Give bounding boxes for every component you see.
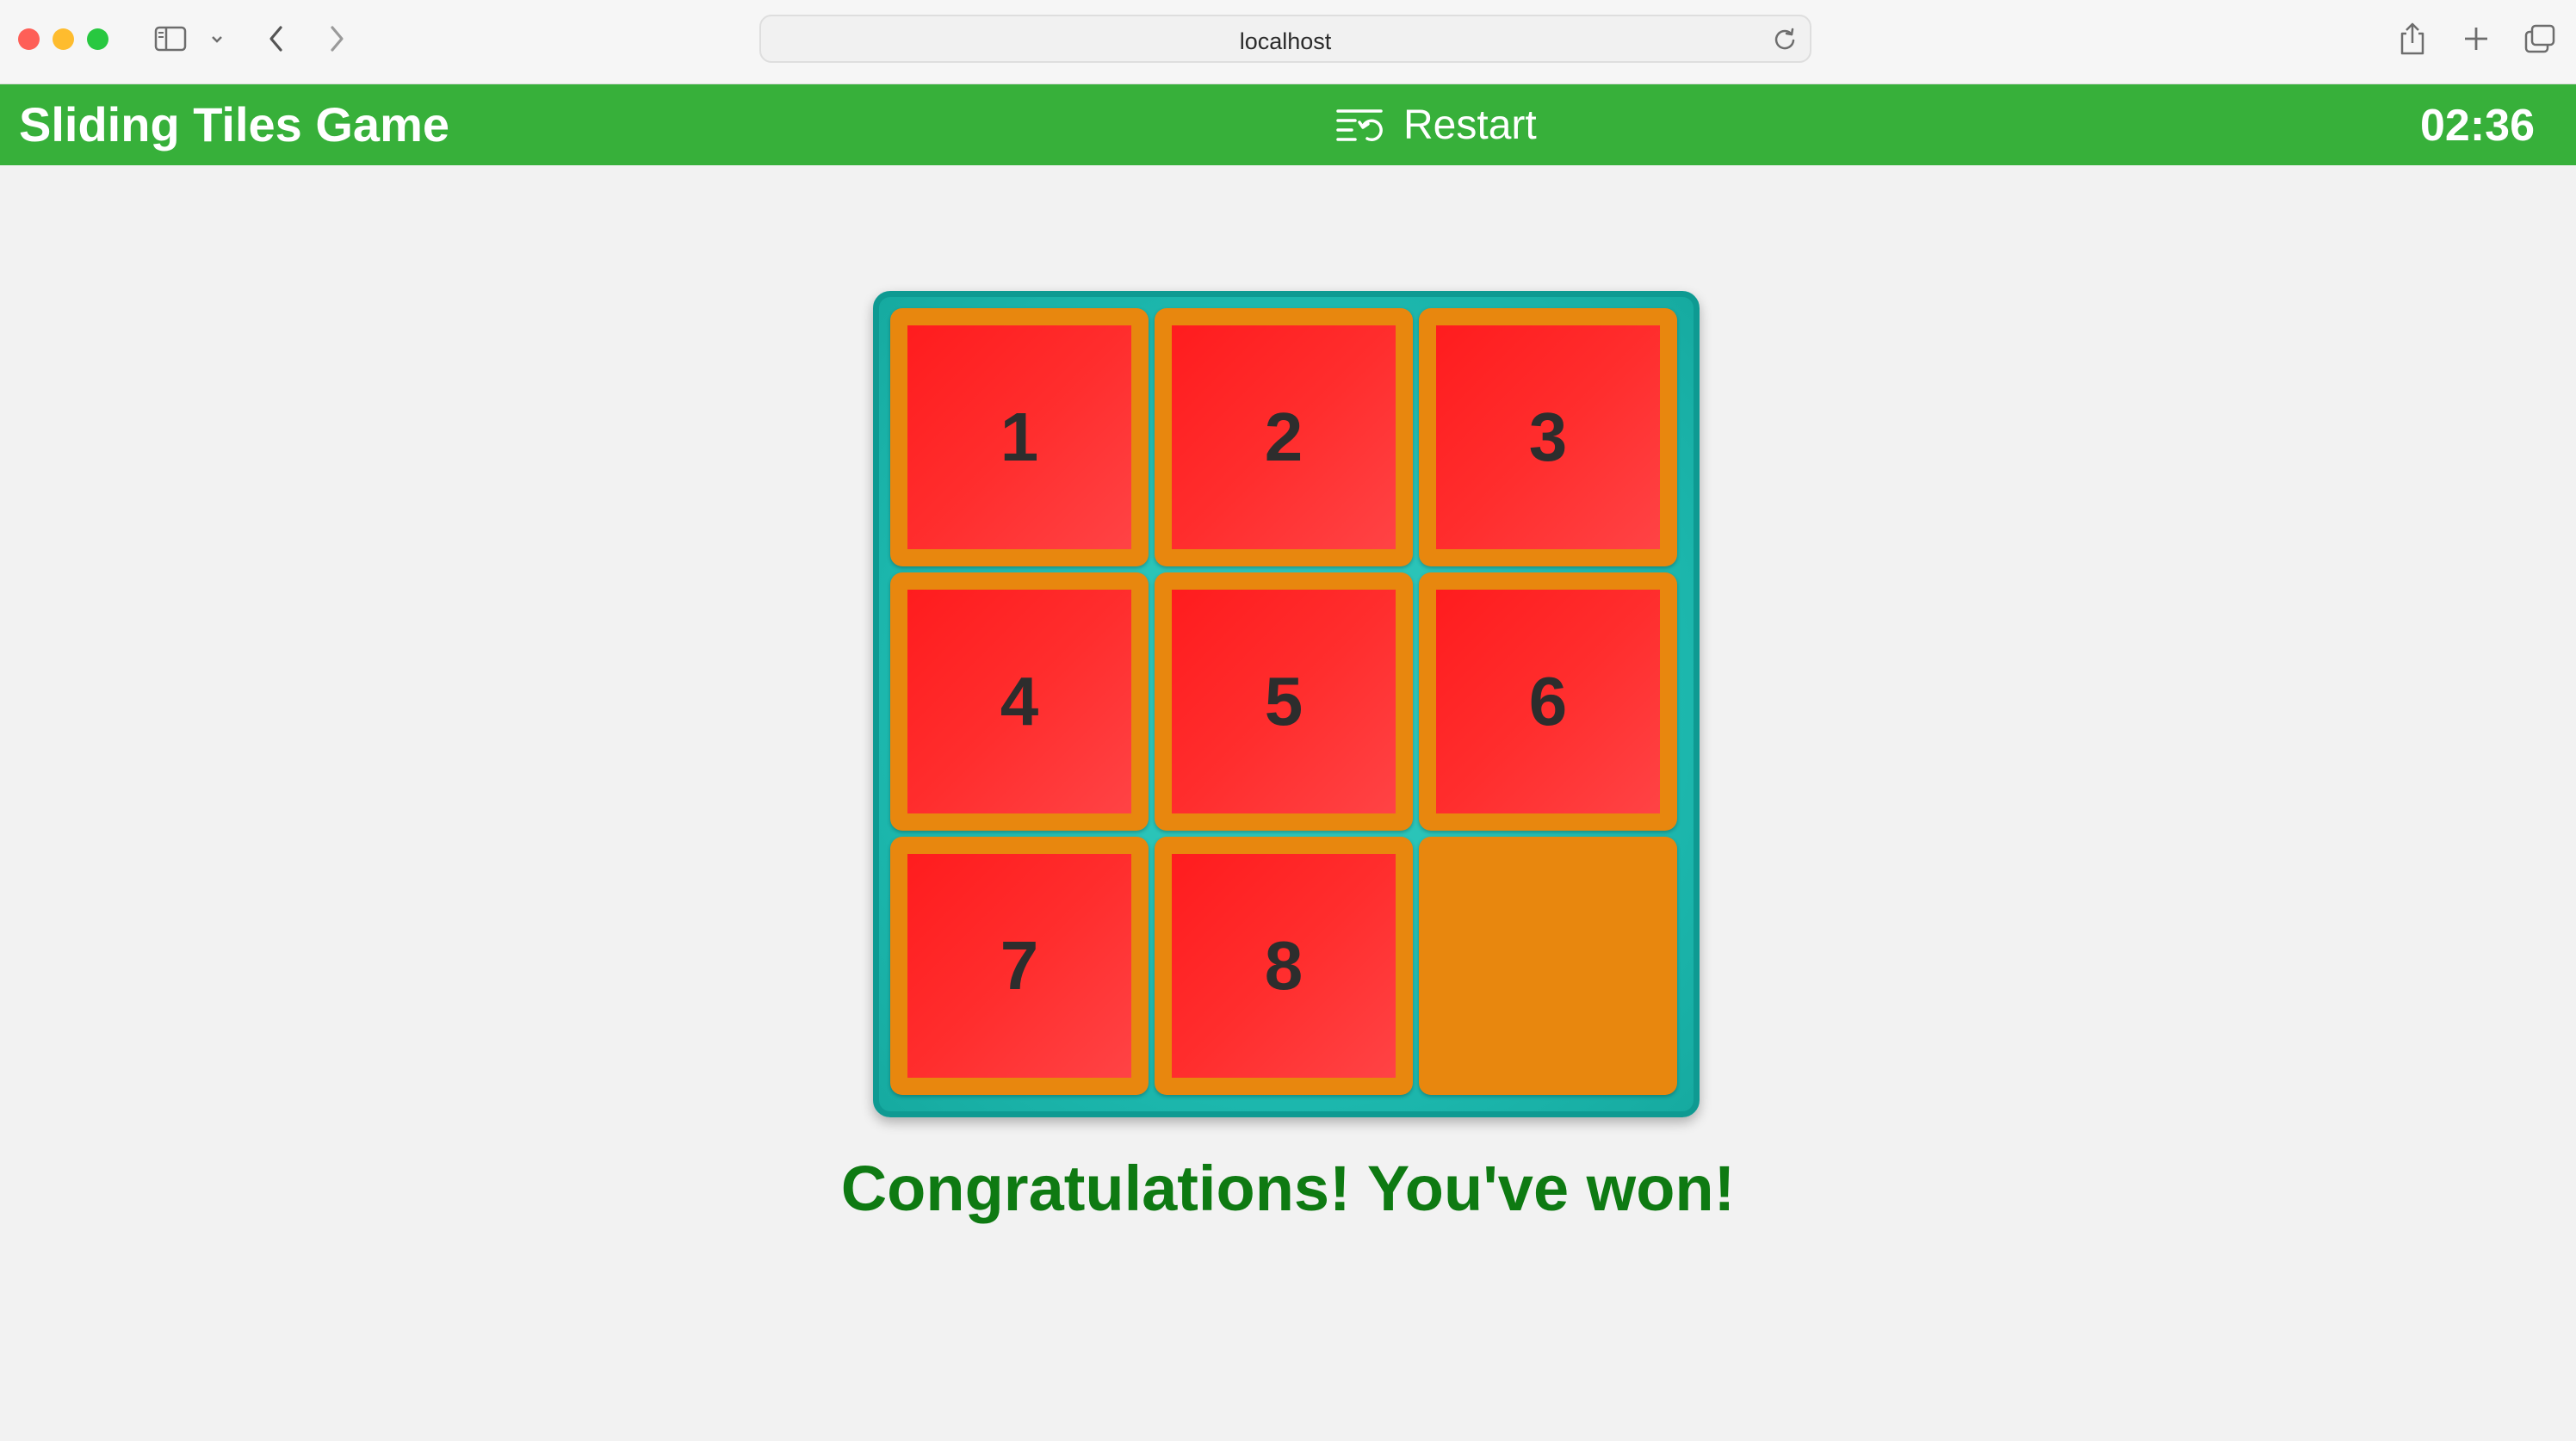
minimize-window-button[interactable] [53, 28, 74, 50]
tile-number: 3 [1528, 399, 1568, 475]
game-board: 1 2 3 4 5 6 7 8 [873, 291, 1700, 1117]
close-window-button[interactable] [18, 28, 40, 50]
reload-icon [1774, 28, 1795, 50]
new-tab-button[interactable] [2459, 19, 2493, 59]
tile-face: 4 [907, 590, 1131, 813]
tab-overview-button[interactable] [2521, 19, 2559, 59]
tile-face: 1 [907, 325, 1131, 549]
tile-face: 8 [1172, 854, 1396, 1078]
tile-face: 2 [1172, 325, 1396, 549]
app-title: Sliding Tiles Game [19, 97, 450, 152]
tile-face: 3 [1436, 325, 1660, 549]
tile-4[interactable]: 4 [890, 572, 1149, 831]
restart-label: Restart [1403, 102, 1537, 148]
plus-icon [2465, 28, 2487, 50]
tile-3[interactable]: 3 [1419, 308, 1677, 566]
sidebar-menu-button[interactable] [207, 19, 227, 59]
reload-button[interactable] [1772, 27, 1798, 57]
zoom-window-button[interactable] [87, 28, 108, 50]
forward-button[interactable] [322, 19, 351, 59]
win-message: Congratulations! You've won! [840, 1153, 1736, 1224]
tile-number: 2 [1264, 399, 1303, 475]
tile-7[interactable]: 7 [890, 837, 1149, 1095]
back-button[interactable] [262, 19, 291, 59]
tile-face: 7 [907, 854, 1131, 1078]
tile-number: 7 [1000, 927, 1039, 1004]
tile-face: 6 [1436, 590, 1660, 813]
share-button[interactable] [2395, 19, 2430, 59]
tile-6[interactable]: 6 [1419, 572, 1677, 831]
sidebar-toggle-button[interactable] [152, 19, 189, 59]
tile-number: 1 [1000, 399, 1039, 475]
sidebar-icon [154, 26, 187, 52]
tile-number: 4 [1000, 663, 1039, 739]
restart-icon [1336, 109, 1383, 142]
chevron-right-icon [331, 26, 344, 52]
app-header: Sliding Tiles Game Restart 02:36 [0, 84, 2576, 165]
url-text: localhost [1239, 28, 1332, 54]
empty-tile[interactable] [1419, 837, 1677, 1095]
timer: 02:36 [2420, 101, 2535, 151]
tile-8[interactable]: 8 [1155, 837, 1413, 1095]
tile-2[interactable]: 2 [1155, 308, 1413, 566]
tile-5[interactable]: 5 [1155, 572, 1413, 831]
tile-face: 5 [1172, 590, 1396, 813]
tile-number: 5 [1264, 663, 1303, 739]
chevron-down-icon [212, 36, 222, 43]
tile-1[interactable]: 1 [890, 308, 1149, 566]
tile-number: 8 [1264, 927, 1303, 1004]
tabs-icon [2524, 24, 2555, 53]
chevron-left-icon [269, 26, 282, 52]
restart-button[interactable]: Restart [1334, 96, 1537, 153]
tile-number: 6 [1528, 663, 1568, 739]
address-bar[interactable]: localhost [759, 15, 1811, 63]
share-icon [2400, 22, 2424, 55]
browser-toolbar: localhost [0, 0, 2576, 84]
